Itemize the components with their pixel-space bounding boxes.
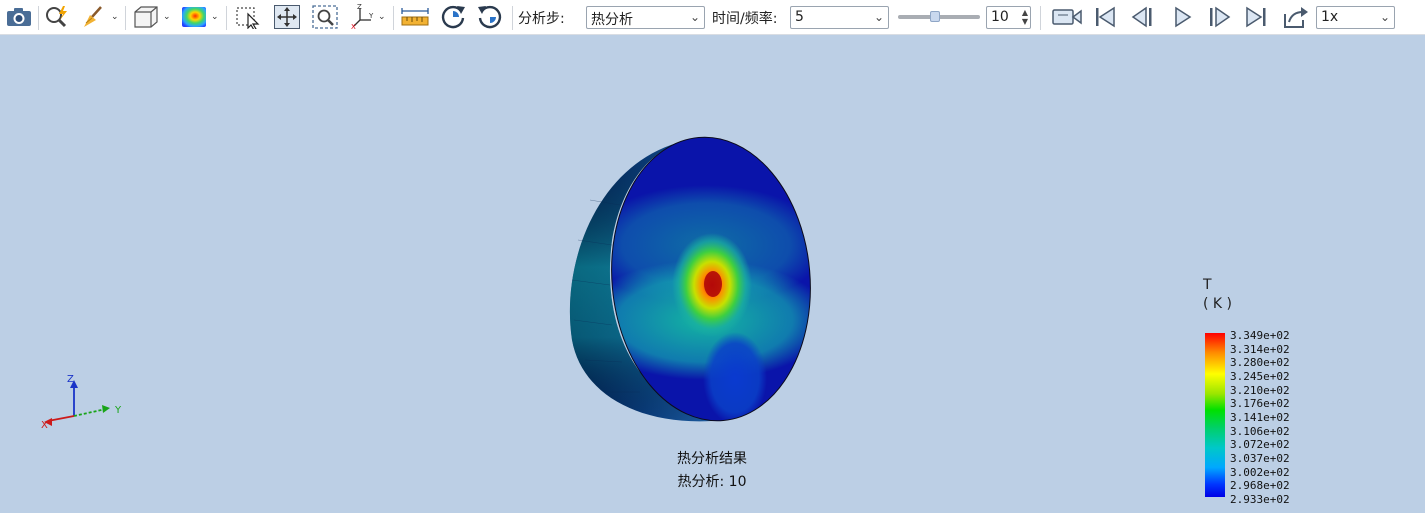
result-title: 热分析结果 <box>677 451 747 467</box>
svg-text:X: X <box>351 23 356 30</box>
legend-value: 3.245e+02 <box>1230 369 1290 383</box>
legend-value: 3.072e+02 <box>1230 438 1290 452</box>
pan-icon[interactable] <box>271 3 303 31</box>
chevron-down-icon: ⌄ <box>873 10 884 24</box>
speed-select-value: 1x <box>1321 9 1339 25</box>
frame-spinbox[interactable]: 10 ▲ ▼ <box>986 6 1031 29</box>
rotate-cw-icon[interactable] <box>437 3 469 31</box>
legend-value: 3.210e+02 <box>1230 383 1290 397</box>
triad-z-label: Z <box>67 374 74 385</box>
speed-select[interactable]: 1x ⌄ <box>1316 6 1395 29</box>
legend-unit: ( K ) <box>1203 296 1233 312</box>
legend-value: 3.349e+02 <box>1230 329 1290 342</box>
legend-value: 3.280e+02 <box>1230 356 1290 370</box>
chevron-down-icon: ⌄ <box>689 10 700 24</box>
time-select-value: 5 <box>795 9 804 25</box>
last-frame-icon[interactable] <box>1241 3 1271 31</box>
axis-triad <box>44 380 110 426</box>
legend-value: 3.002e+02 <box>1230 465 1290 479</box>
result-step: 热分析: 10 <box>677 474 747 490</box>
frame-spinbox-value: 10 <box>991 9 1009 25</box>
legend-value: 3.314e+02 <box>1230 342 1290 356</box>
legend-value: 2.968e+02 <box>1230 479 1290 493</box>
chevron-down-icon: ⌄ <box>1379 10 1390 24</box>
cube-dropdown-chevron-icon[interactable]: ⌄ <box>163 12 171 22</box>
svg-text:Y: Y <box>368 12 374 20</box>
cube-icon[interactable] <box>130 3 162 31</box>
step-select-value: 热分析 <box>591 12 633 28</box>
step-label: 分析步: <box>518 11 565 27</box>
camera-icon[interactable] <box>4 3 34 31</box>
prev-frame-icon[interactable] <box>1128 3 1158 31</box>
zoom-select-icon[interactable] <box>42 3 72 31</box>
time-select[interactable]: 5 ⌄ <box>790 6 889 29</box>
broom-icon[interactable] <box>78 3 108 31</box>
export-icon[interactable] <box>1279 3 1311 31</box>
zoom-box-icon[interactable] <box>309 3 341 31</box>
axes-dropdown-chevron-icon[interactable]: ⌄ <box>378 12 386 22</box>
svg-text:Z: Z <box>357 4 362 11</box>
broom-dropdown-chevron-icon[interactable]: ⌄ <box>111 12 119 22</box>
time-label: 时间/频率: <box>712 11 778 27</box>
triad-x-label: X <box>41 420 48 431</box>
axes-icon[interactable]: ZY X <box>348 3 378 31</box>
legend-values: 3.349e+02 3.314e+02 3.280e+02 3.245e+02 … <box>1230 329 1290 507</box>
select-box-icon[interactable] <box>232 3 264 31</box>
legend-variable: T <box>1203 277 1212 293</box>
contour-dropdown-chevron-icon[interactable]: ⌄ <box>211 12 219 22</box>
legend-value: 3.037e+02 <box>1230 451 1290 465</box>
ruler-icon[interactable] <box>398 3 432 31</box>
rotate-ccw-icon[interactable] <box>474 3 506 31</box>
color-bar <box>1205 333 1225 497</box>
first-frame-icon[interactable] <box>1090 3 1120 31</box>
triad-y-label: Y <box>115 405 122 416</box>
legend-value: 3.106e+02 <box>1230 424 1290 438</box>
play-icon[interactable] <box>1167 3 1197 31</box>
step-select[interactable]: 热分析 ⌄ <box>586 6 705 29</box>
legend-value: 3.176e+02 <box>1230 397 1290 411</box>
legend-value: 2.933e+02 <box>1230 492 1290 506</box>
legend-value: 3.141e+02 <box>1230 410 1290 424</box>
record-icon[interactable] <box>1050 3 1084 31</box>
next-frame-icon[interactable] <box>1204 3 1234 31</box>
frame-slider-thumb[interactable] <box>929 11 940 22</box>
contour-icon[interactable] <box>178 3 210 31</box>
spin-arrows-icon[interactable]: ▲ ▼ <box>1022 8 1028 26</box>
toolbar: ⌄ ⌄ ⌄ ZY X ⌄ 分析步: 热分析 ⌄ 时间/频率: 5 ⌄ 10 ▲ ▼… <box>0 0 1425 35</box>
